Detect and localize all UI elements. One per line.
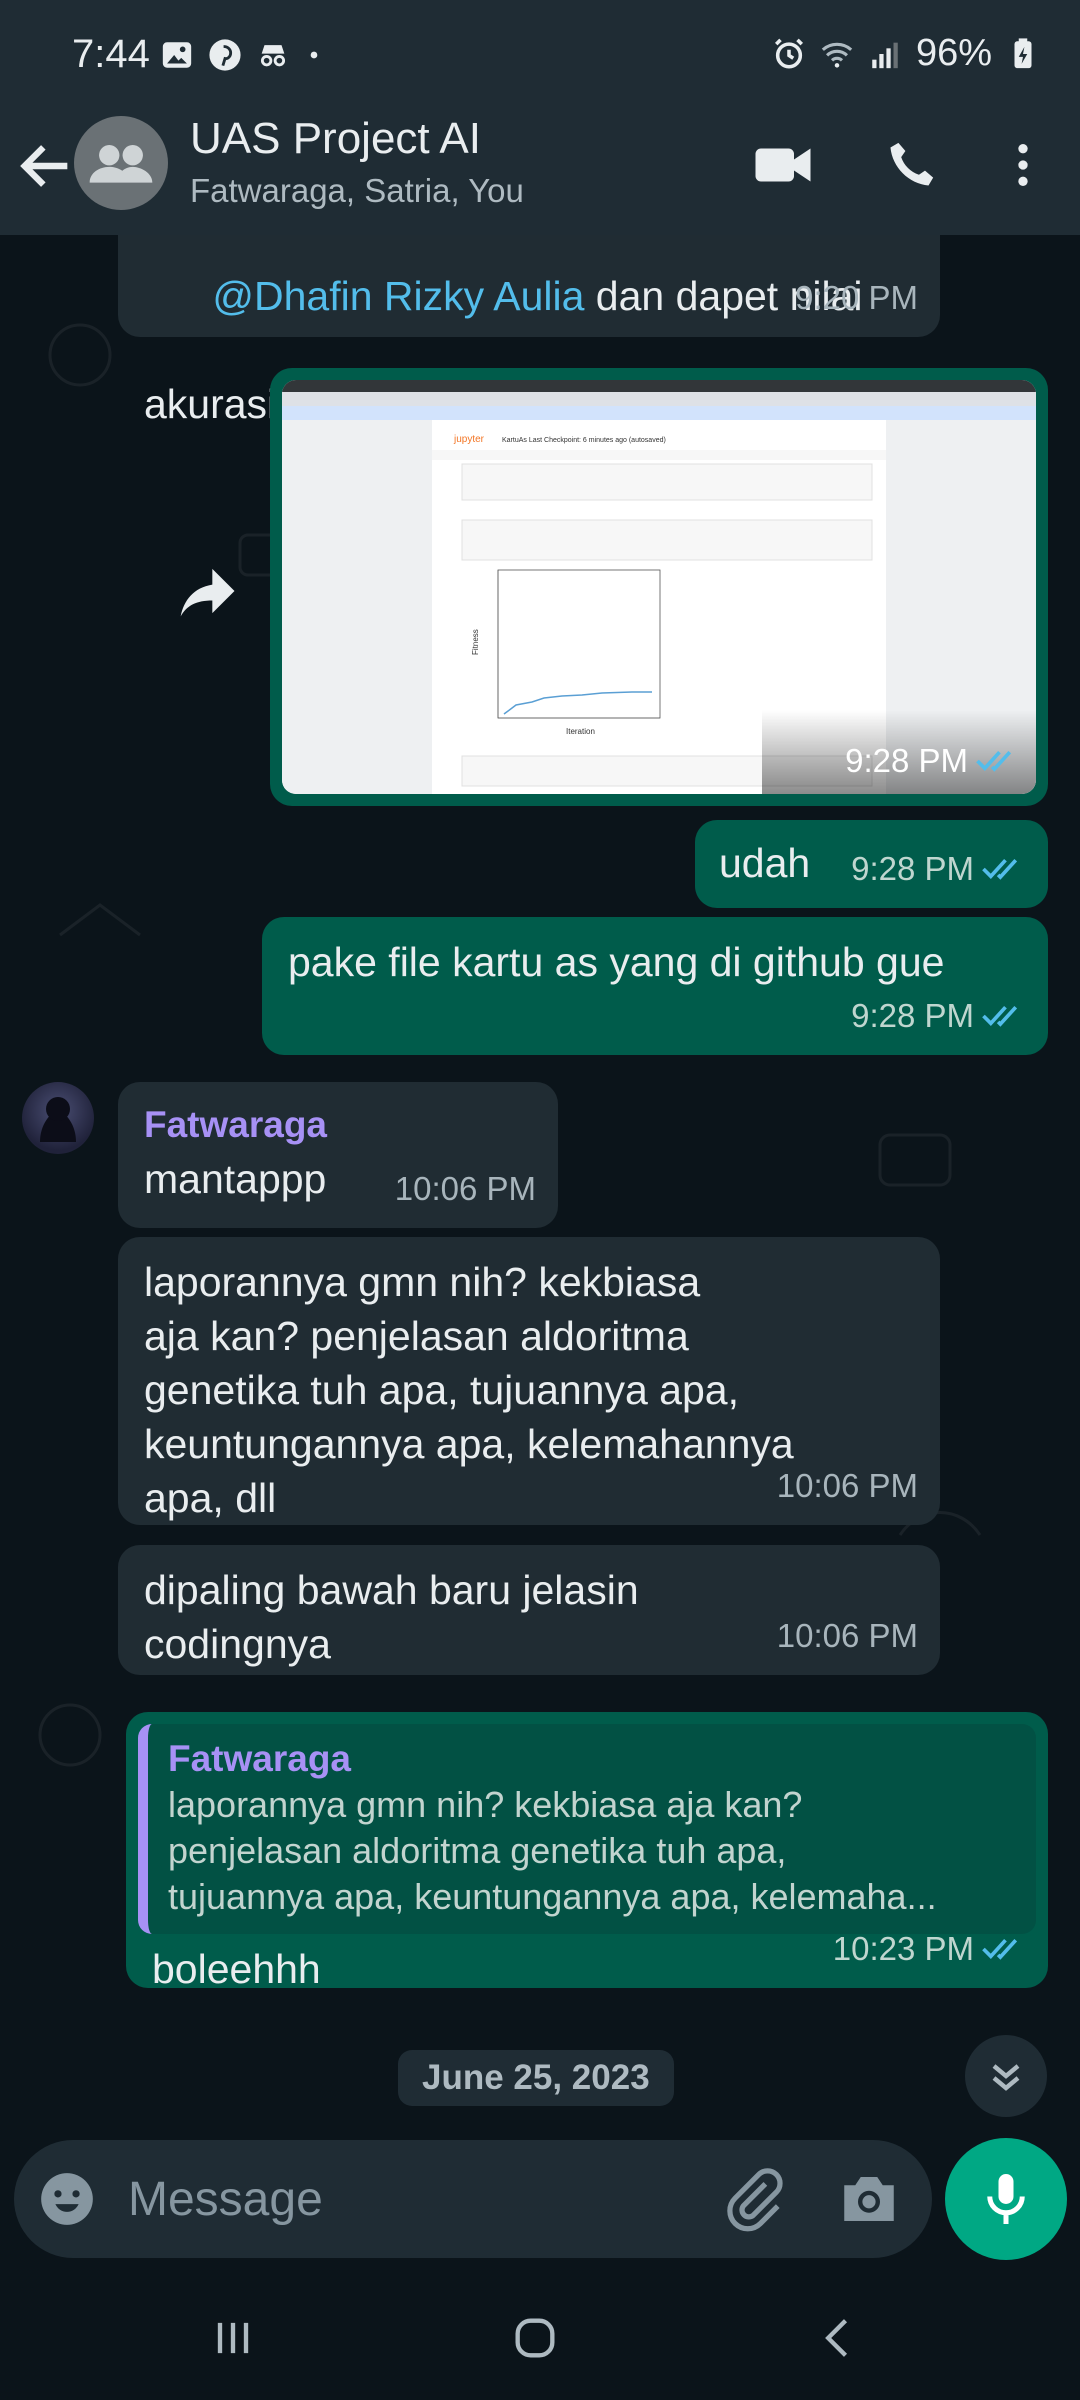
message-input[interactable] [126,2162,690,2236]
more-options-button[interactable] [988,130,1058,200]
status-right-icons: 96% [772,32,1040,75]
chat-title[interactable]: UAS Project AI [190,114,481,164]
avatar[interactable] [22,1082,94,1154]
paperclip-icon[interactable] [720,2166,786,2232]
voice-message-button[interactable] [945,2138,1067,2260]
read-receipt-icon [982,1005,1018,1027]
system-back-button[interactable] [804,2308,874,2368]
dot-icon [310,51,318,59]
message-incoming[interactable]: Fatwaraga mantappp 10:06 PM [118,1082,558,1228]
video-call-icon [755,148,811,182]
battery-charging-icon [1014,37,1032,68]
more-vert-icon [1018,144,1028,186]
message-time: 9:28 PM [851,997,974,1034]
message-time: 10:23 PM [832,1930,974,1967]
chat-header: UAS Project AI Fatwaraga, Satria, You [0,110,1080,235]
message-meta: 10:06 PM [395,1162,536,1216]
message-incoming[interactable]: dipaling bawah baru jelasin codingnya 10… [118,1545,940,1675]
status-time: 7:44 [72,32,150,76]
battery-percent: 96% [915,32,992,74]
message-text: pake file kartu as yang di github gue [288,939,945,985]
chat-subtitle[interactable]: Fatwaraga, Satria, You [190,172,524,210]
read-receipt-icon [976,750,1012,772]
signal-icon [872,42,898,68]
message-meta: 9:28 PM [851,989,1026,1043]
message-meta: 10:23 PM [833,1922,1026,1976]
message-time: 10:06 PM [776,1617,918,1654]
home-button[interactable] [500,2308,570,2368]
scroll-to-bottom-button[interactable] [965,2035,1047,2117]
voice-call-button[interactable] [876,130,946,200]
phone-icon [890,142,934,186]
group-avatar-icon [89,144,153,183]
read-receipt-icon [982,1938,1018,1960]
read-receipt-icon [982,858,1018,880]
message-outgoing[interactable]: udah 9:28 PM [695,820,1048,908]
system-navigation-bar [0,2272,1080,2400]
mic-icon [987,2174,1025,2224]
wifi-icon [821,42,853,68]
message-meta: 10:06 PM [777,1609,918,1663]
back-arrow-icon[interactable] [14,134,78,198]
message-incoming[interactable]: @Dhafin Rizky Aulia dan dapet nilai akur… [118,235,940,427]
forward-button[interactable] [168,553,244,629]
camera-icon[interactable] [836,2166,902,2232]
message-meta: 9:20 PM [795,271,918,325]
recent-apps-icon [217,2322,249,2354]
quoted-message[interactable]: Fatwaraga laporannya gmn nih? kekbiasa a… [138,1724,1036,1934]
home-icon [515,2318,555,2358]
alarm-icon [774,38,803,69]
jupyter-logo-text: jupyter [453,434,485,445]
double-chevron-down-icon [992,2064,1020,2091]
screenshot-thumbnail: jupyter KartuAs Last Checkpoint: 6 minut… [282,380,1036,794]
emoji-icon[interactable] [36,2168,98,2230]
message-time: 9:28 PM [845,742,968,779]
quoted-sender: Fatwaraga [168,1738,352,1779]
avatar-image [40,1097,76,1142]
message-time: 9:28 PM [851,850,974,887]
date-chip: June 25, 2023 [398,2050,674,2106]
message-outgoing[interactable]: pake file kartu as yang di github gue 9:… [262,917,1048,1055]
video-call-button[interactable] [748,130,818,200]
quoted-text: laporannya gmn nih? kekbiasa aja kan? pe… [168,1784,937,1917]
incognito-icon [260,45,286,67]
chart-xlabel: Iteration [566,727,595,736]
gallery-icon [162,42,192,68]
forward-share-icon [180,568,235,617]
message-time: 10:06 PM [394,1170,536,1207]
message-incoming[interactable]: laporannya gmn nih? kekbiasa aja kan? pe… [118,1237,940,1525]
mention-link[interactable]: @Dhafin Rizky Aulia [212,273,584,319]
message-composer [14,2140,932,2258]
back-chevron-icon [825,2319,848,2357]
chat-area[interactable]: @Dhafin Rizky Aulia dan dapet nilai akur… [0,235,1080,2145]
message-time: 9:20 PM [795,279,918,316]
message-sender[interactable]: Fatwaraga [144,1098,532,1152]
message-outgoing-reply[interactable]: Fatwaraga laporannya gmn nih? kekbiasa a… [126,1712,1048,1992]
message-time: 10:06 PM [776,1467,918,1504]
notebook-title: KartuAs Last Checkpoint: 6 minutes ago (… [502,437,666,444]
message-meta: 10:06 PM [777,1459,918,1513]
pinterest-icon [209,39,241,71]
message-meta: 9:28 PM [851,842,1026,896]
screenshot-image[interactable]: jupyter KartuAs Last Checkpoint: 6 minut… [282,380,1036,794]
message-meta: 9:28 PM [845,734,1020,788]
status-bar: 7:44 96% [0,0,1080,120]
chart-ylabel: Fitness [471,629,480,655]
group-avatar[interactable] [74,116,168,210]
status-left-icons [160,38,324,72]
recent-apps-button[interactable] [198,2308,268,2368]
message-outgoing-image[interactable]: jupyter KartuAs Last Checkpoint: 6 minut… [270,368,1048,806]
